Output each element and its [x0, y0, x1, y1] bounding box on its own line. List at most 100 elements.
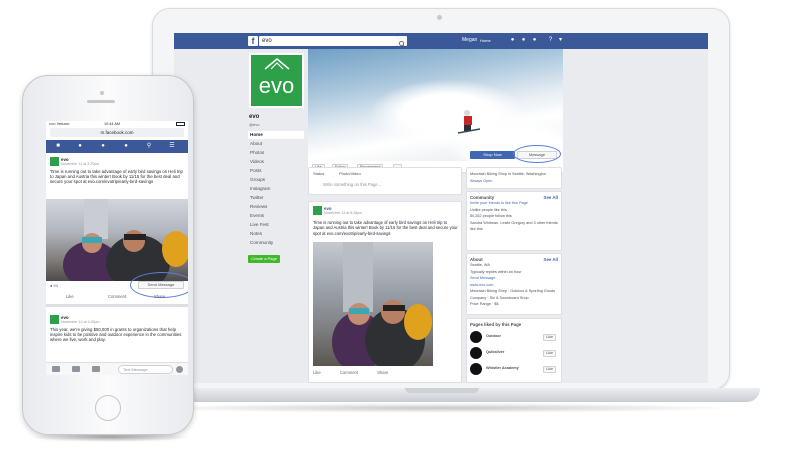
news-feed-icon[interactable]: ■ [54, 143, 62, 150]
reaction-count[interactable]: ● 53 [50, 283, 58, 288]
sidebar-item-live-fest[interactable]: Live Fest [248, 221, 304, 229]
skier-image [458, 110, 480, 134]
sidebar-item-photos[interactable]: Photos [248, 149, 304, 157]
sidebar-item-groups[interactable]: Groups [248, 176, 304, 184]
avatar[interactable] [50, 315, 59, 324]
group-selfie-image [332, 242, 432, 366]
sidebar-item-home[interactable]: Home [248, 131, 304, 139]
group-selfie-image [63, 199, 188, 281]
share-button[interactable]: Share [154, 294, 165, 299]
location-icon[interactable] [92, 366, 100, 372]
liked-page-row: Quiksilver Like [470, 347, 558, 363]
mobile-post: evo November 10 at 4:32pm This year, we'… [46, 312, 188, 362]
home-button[interactable] [95, 395, 121, 421]
sidebar-item-notes[interactable]: Notes [248, 230, 304, 238]
help-icon[interactable]: ? [547, 37, 554, 44]
liked-pages-card: Pages liked by this Page Outdoor Like Qu… [466, 318, 562, 383]
page-handle: @evo [249, 122, 260, 127]
sidebar-item-videos[interactable]: Videos [248, 158, 304, 166]
post-text: Time is running out to take advantage of… [313, 220, 458, 236]
shop-now-button[interactable]: Shop Now [470, 151, 515, 159]
search-button[interactable] [397, 36, 407, 48]
search-input[interactable]: evo [259, 36, 397, 46]
about-see-all-link[interactable]: See All [544, 257, 558, 262]
comment-button[interactable]: Comment [108, 294, 126, 299]
mobile-post: evo November 11 at 3:20pm Time is runnin… [46, 154, 188, 307]
friend-requests-icon[interactable]: ● [509, 37, 516, 44]
post-text: Time is running out to take advantage of… [50, 169, 183, 185]
friends-icon[interactable]: ● [76, 143, 84, 150]
sidebar-item-events[interactable]: Events [248, 212, 304, 220]
post-photo[interactable] [313, 242, 433, 366]
liked-page-name[interactable]: Whistler Academy [486, 365, 519, 372]
post-composer: Status Photo/Video Write something on th… [308, 167, 462, 195]
share-button[interactable]: Share [377, 370, 388, 375]
cover-photo [308, 49, 563, 161]
avatar[interactable] [470, 331, 482, 343]
about-item: Mountain Biking Shop · Outdoor & Sportin… [470, 289, 556, 300]
send-icon[interactable] [176, 366, 183, 373]
notifications-icon[interactable]: ● [122, 143, 130, 150]
menu-icon[interactable]: ☰ [168, 143, 176, 150]
avatar[interactable] [313, 206, 322, 215]
hours-link[interactable]: Always Open [470, 178, 558, 185]
like-button[interactable]: Like [543, 334, 556, 341]
avatar[interactable] [470, 347, 482, 359]
like-button[interactable]: Like [66, 294, 74, 299]
liked-pages-heading: Pages liked by this Page [470, 322, 522, 327]
laptop-notch [405, 388, 479, 393]
phone-speaker [87, 100, 115, 103]
messages-icon[interactable]: ● [520, 37, 527, 44]
camera-icon[interactable] [52, 366, 60, 372]
url-bar[interactable]: m.facebook.com [50, 128, 184, 137]
laptop-shadow [140, 403, 740, 413]
message-bar: Text Message [46, 362, 188, 375]
page-title: evo [249, 114, 260, 120]
facebook-logo-icon[interactable]: f [248, 36, 258, 46]
create-page-button[interactable]: Create a Page [248, 255, 280, 263]
gif-icon[interactable] [72, 366, 80, 372]
status-tab[interactable]: Status [313, 171, 324, 176]
like-button[interactable]: Like [543, 366, 556, 373]
avatar[interactable] [470, 363, 482, 375]
avatar[interactable] [50, 157, 59, 166]
about-card: Mountain Biking Shop in Seattle, Washing… [466, 167, 562, 189]
sidebar-item-community[interactable]: Community [248, 239, 304, 247]
home-link[interactable]: Home [480, 37, 491, 44]
liked-page-name[interactable]: Outdoor [486, 333, 501, 340]
messages-icon[interactable]: ● [99, 143, 107, 150]
like-button[interactable]: Like [313, 370, 321, 375]
sidebar-item-twitter[interactable]: Twitter [248, 194, 304, 202]
community-card: Community See All Invite your friends to… [466, 191, 562, 251]
phone-screen: ••••• Verizon 10:44 AM m.facebook.com ■ … [46, 121, 188, 375]
sidebar-item-reviews[interactable]: Reviews [248, 203, 304, 211]
mountain-icon [264, 58, 290, 70]
sidebar-item-posts[interactable]: Posts [248, 167, 304, 175]
home-label: Home [480, 38, 491, 43]
composer-input[interactable]: Write something on this Page... [323, 182, 381, 187]
profile-link[interactable]: Megan [462, 37, 477, 43]
battery-icon [176, 122, 185, 126]
sidebar-item-instagram[interactable]: Instagram [248, 185, 304, 193]
text-message-input[interactable]: Text Message [118, 365, 173, 374]
phone-camera [100, 91, 104, 95]
community-see-all-link[interactable]: See All [544, 195, 558, 200]
post-timestamp[interactable]: November 10 at 4:32pm [61, 320, 100, 324]
chevron-down-icon[interactable]: ▾ [557, 37, 564, 44]
about-category: Mountain Biking Shop in Seattle, Washing… [470, 172, 546, 176]
like-button[interactable]: Like [543, 350, 556, 357]
post-actions: Like Comment Share [313, 370, 459, 375]
laptop-screen: f evo Megan Home ● ● ● ? ▾ evo evo @evo … [174, 33, 708, 383]
comment-button[interactable]: Comment [340, 370, 358, 375]
notifications-icon[interactable]: ● [531, 37, 538, 44]
post-timestamp[interactable]: November 11 at 3:20pm [61, 162, 99, 166]
like-icon: ● [50, 283, 53, 288]
post-timestamp[interactable]: November 11 at 8:28pm [324, 211, 362, 215]
post-text: This year, we're giving $50,000 in grant… [50, 327, 182, 343]
sidebar-item-about[interactable]: About [248, 140, 304, 148]
liked-page-name[interactable]: Quiksilver [486, 349, 504, 356]
search-icon[interactable]: ⚲ [145, 143, 153, 150]
photo-video-tab[interactable]: Photo/Video [339, 171, 361, 176]
post-photo[interactable] [46, 199, 188, 281]
liked-page-row: Whistler Academy Like [470, 363, 558, 379]
